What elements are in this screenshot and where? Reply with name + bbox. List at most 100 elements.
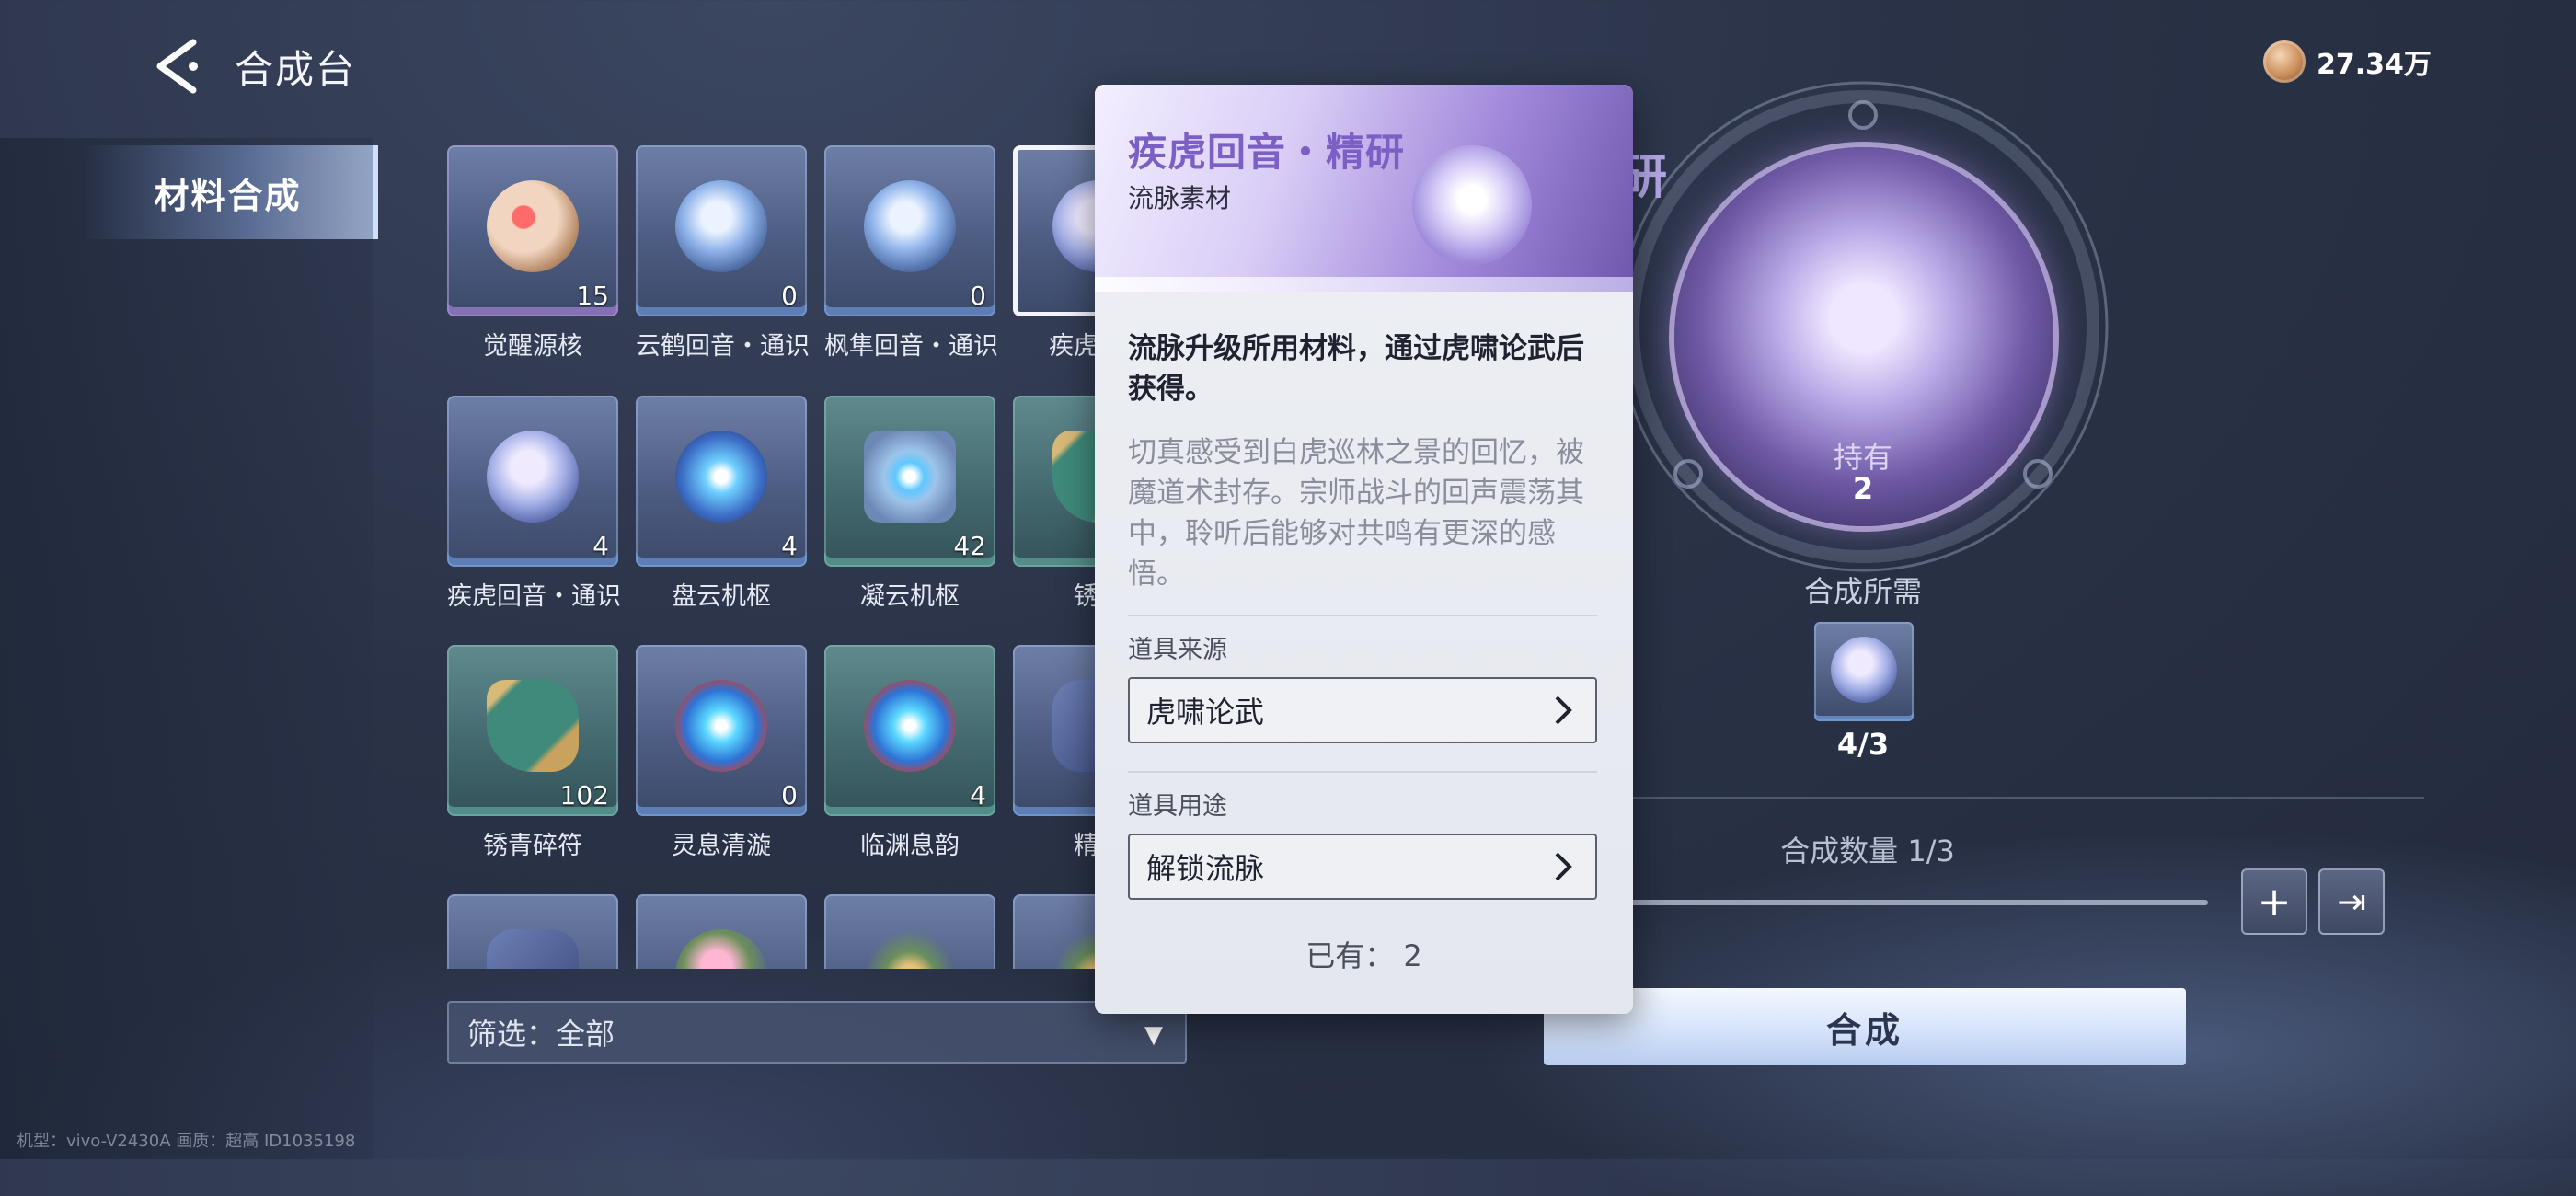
usage-link[interactable]: 解锁流脉 (1128, 834, 1597, 900)
back-arrow-icon (156, 39, 198, 94)
item-tile[interactable]: 4 (447, 396, 618, 567)
currency-display: 27.34万 (2263, 40, 2432, 83)
item-tile[interactable] (447, 894, 618, 969)
source-label: 道具来源 (1128, 636, 1227, 664)
item-grid[interactable]: 15觉醒源核0云鹤回音・通识0枫隼回音・通识疾虎回音4疾虎回音・通识4盘云机枢4… (447, 145, 1100, 969)
grid-item[interactable]: 0 云鹤回音・通识 (636, 145, 810, 362)
item-detail-popup: 疾虎回音・精研 流脉素材 流脉升级所用材料，通过虎啸论武后获得。 切真感受到白虎… (1095, 85, 1633, 1014)
item-tile[interactable]: 0 (824, 145, 995, 316)
sidebar (0, 138, 373, 1159)
grid-item[interactable]: 锈青 (1013, 396, 1100, 612)
item-tile[interactable]: 42 (824, 396, 995, 567)
item-description: 流脉升级所用材料，通过虎啸论武后获得。 (1128, 332, 1584, 406)
grid-item[interactable]: 102 锈青碎符 (447, 645, 618, 861)
grid-item[interactable]: 15 觉醒源核 (447, 145, 618, 362)
item-name: 疾虎回音 (1049, 332, 1100, 361)
page-title: 合成台 (235, 47, 357, 92)
quantity-slider[interactable] (1564, 900, 2208, 905)
grid-item[interactable]: 疾虎回音 (1013, 145, 1100, 362)
chevron-right-icon (1555, 852, 1572, 881)
cube-orb-icon (864, 431, 956, 523)
source-link[interactable]: 虎啸论武 (1128, 677, 1597, 743)
divider (1128, 771, 1597, 773)
item-lore: 切真感受到白虎巡林之景的回忆，被魔道术封存。宗师战斗的回声震荡其中，聆听后能够对… (1128, 436, 1584, 591)
grid-item[interactable]: 4 盘云机枢 (636, 396, 807, 612)
item-name: 凝云机枢 (860, 582, 960, 611)
dropdown-caret-icon: ▼ (1144, 1021, 1163, 1049)
tab-label: 材料合成 (154, 175, 302, 216)
item-tile[interactable] (1013, 396, 1100, 567)
item-name: 灵息清漩 (672, 832, 771, 860)
item-tile[interactable] (636, 894, 807, 969)
grid-item[interactable]: 0 枫隼回音・通识 (824, 145, 998, 362)
coin-icon (2263, 40, 2306, 83)
item-name: 盘云机枢 (672, 582, 771, 611)
item-name: 疾虎回音・通识 (447, 582, 621, 611)
grid-item[interactable]: 精致 (1013, 645, 1100, 861)
item-tile[interactable] (1013, 894, 1100, 969)
item-count: 42 (953, 531, 986, 561)
popup-subtitle: 流脉素材 (1128, 183, 1232, 213)
jade-talisman-icon (1052, 431, 1100, 523)
item-tile[interactable] (1013, 145, 1100, 316)
item-count: 4 (970, 780, 986, 811)
tiger-orb-icon (487, 431, 579, 523)
grid-item[interactable]: 4 临渊息韵 (824, 645, 995, 861)
item-tile[interactable] (1013, 645, 1100, 816)
item-tile[interactable]: 102 (447, 645, 618, 816)
skip-to-max-icon: ⇥ (2337, 881, 2366, 922)
glow-orb-icon (675, 431, 767, 523)
tiger-echo-icon (1412, 145, 1532, 265)
device-info: 机型：vivo-V2430A 画质：超高 ID1035198 (17, 1132, 356, 1151)
item-name: 锈青碎符 (483, 832, 582, 860)
item-tile[interactable]: 4 (636, 396, 807, 567)
divider (1128, 615, 1597, 616)
required-material-slot[interactable] (1814, 622, 1914, 721)
item-count: 102 (559, 780, 609, 811)
tiger-orb-icon (1831, 637, 1897, 703)
item-tile[interactable]: 0 (636, 145, 807, 316)
tab-material-synthesis[interactable]: 材料合成 (83, 145, 378, 239)
plus-icon: + (2257, 878, 2292, 926)
item-count: 0 (970, 281, 986, 311)
grid-item[interactable] (636, 894, 807, 969)
item-tile[interactable] (824, 894, 995, 969)
item-count: 0 (781, 780, 798, 811)
back-button[interactable] (147, 35, 212, 99)
grid-item[interactable]: 4 疾虎回音・通识 (447, 396, 621, 612)
item-tile[interactable]: 0 (636, 645, 807, 816)
increase-button[interactable]: + (2241, 868, 2307, 935)
divider (1573, 797, 2424, 799)
crane-wing-orb-icon (675, 180, 767, 272)
grid-item[interactable] (824, 894, 995, 969)
grid-item[interactable]: 42 凝云机枢 (824, 396, 995, 612)
item-name: 临渊息韵 (860, 832, 960, 860)
item-name: 觉醒源核 (483, 332, 582, 361)
required-count: 4/3 (1836, 727, 1890, 762)
fish-icon (864, 929, 956, 969)
item-count: 0 (781, 281, 798, 311)
falcon-orb-icon (864, 180, 956, 272)
grid-item[interactable]: 0 灵息清漩 (636, 645, 807, 861)
filter-dropdown[interactable]: 筛选：全部 ▼ (447, 1001, 1187, 1064)
item-tile[interactable]: 4 (824, 645, 995, 816)
tiger-orb-icon (1052, 180, 1100, 272)
item-name: 枫隼回音・通识 (824, 332, 998, 361)
chevron-right-icon (1555, 696, 1572, 725)
max-button[interactable]: ⇥ (2318, 868, 2385, 935)
jade-talisman-icon (487, 680, 579, 772)
item-count: 4 (781, 531, 798, 561)
compose-button[interactable]: 合成 (1544, 988, 2186, 1065)
red-core-orb-icon (487, 180, 579, 272)
source-value: 虎啸论武 (1146, 695, 1265, 730)
flame-orb-icon (675, 680, 767, 772)
grid-item[interactable] (1013, 894, 1100, 969)
item-tile[interactable]: 15 (447, 145, 618, 316)
filter-label: 筛选：全部 (467, 1017, 615, 1052)
grid-item[interactable] (447, 894, 618, 969)
item-count: 15 (576, 281, 609, 311)
stone-icon (1052, 680, 1100, 772)
required-label: 合成所需 (1803, 574, 1922, 609)
lotus-icon (675, 929, 767, 969)
owned-count: 已有： 2 (1305, 938, 1422, 973)
